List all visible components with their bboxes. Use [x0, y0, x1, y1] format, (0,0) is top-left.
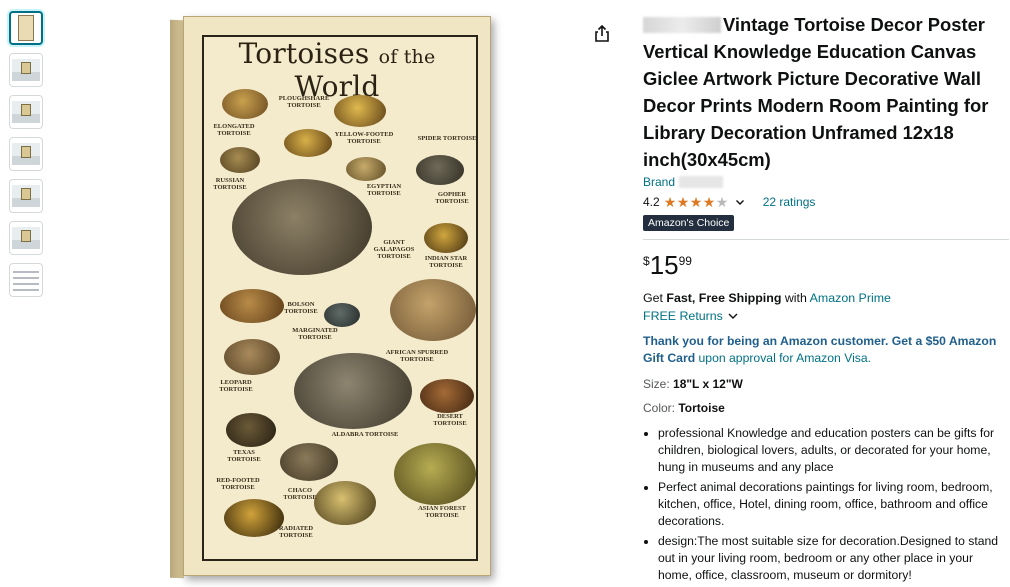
price: $ 15 99: [643, 250, 1009, 280]
thumbnail-2[interactable]: [9, 53, 43, 87]
size-label: Size:: [643, 377, 674, 391]
tortoise-illustration: [232, 179, 372, 275]
shipping-mid: with: [781, 291, 810, 305]
amazons-choice-badge: Amazon's Choice: [643, 215, 735, 231]
poster-label: Giant Galapagos Tortoise: [373, 239, 415, 260]
thumbnail-image: [12, 59, 40, 81]
tortoise-illustration: [390, 279, 476, 341]
thumbnail-image: [12, 143, 40, 165]
free-returns-link[interactable]: FREE Returns: [643, 309, 1009, 323]
thumbnail-1[interactable]: [9, 11, 43, 45]
tortoise-illustration: [226, 413, 276, 447]
promo-rest: upon approval for Amazon Visa.: [695, 351, 872, 365]
star-icon: ★: [702, 194, 716, 210]
feature-bullet: design:The most suitable size for decora…: [658, 533, 1009, 584]
star-icon: ★: [663, 194, 677, 210]
star-icon: ★: [715, 194, 729, 210]
color-value: Tortoise: [678, 401, 725, 415]
rating-row: 4.2 ★ ★ ★ ★ ★ 22 ratings: [643, 193, 1009, 211]
poster-label: Marginated Tortoise: [292, 327, 338, 341]
thumbnail-list: [9, 11, 47, 305]
size-value: 18"L x 12"W: [673, 377, 743, 391]
thumbnail-7[interactable]: [9, 263, 43, 297]
star-icon: ★: [676, 194, 690, 210]
poster-label: Yellow-Footed Tortoise: [334, 131, 394, 145]
canvas-edge: [170, 19, 184, 579]
poster-label: Leopard Tortoise: [219, 379, 253, 393]
thumbnail-3[interactable]: [9, 95, 43, 129]
star-icon: ★: [689, 194, 703, 210]
poster-label: Asian Forest Tortoise: [418, 505, 466, 519]
poster-canvas: Tortoises of the World Ploughshare Torto…: [183, 16, 491, 576]
poster-label: Chaco Tortoise: [283, 487, 317, 501]
poster-label: African Spurred Tortoise: [385, 349, 449, 363]
thumbnail-image: [12, 185, 40, 207]
chevron-down-icon[interactable]: [735, 197, 745, 207]
price-whole: 15: [649, 250, 679, 280]
tortoise-illustration: [420, 379, 474, 413]
tortoise-illustration: [334, 95, 386, 127]
feature-bullets: professional Knowledge and education pos…: [643, 425, 1009, 584]
thumbnail-6[interactable]: [9, 221, 43, 255]
tortoise-illustration: [220, 289, 284, 323]
poster-label: Russian Tortoise: [213, 177, 247, 191]
color-attribute: Color: Tortoise: [643, 401, 1009, 415]
product-title: Vintage Tortoise Decor Poster Vertical K…: [643, 14, 989, 170]
price-fraction: 99: [678, 254, 692, 268]
thumbnail-image: [12, 227, 40, 249]
redacted-brand-name: [679, 176, 724, 188]
price-symbol: $: [643, 254, 650, 268]
thumbnail-5[interactable]: [9, 179, 43, 213]
feature-bullet: professional Knowledge and education pos…: [658, 425, 1009, 476]
tortoise-illustration: [280, 443, 338, 481]
product-info: Vintage Tortoise Decor Poster Vertical K…: [643, 11, 1009, 587]
shipping-prefix: Get: [643, 291, 667, 305]
poster-label: Desert Tortoise: [433, 413, 467, 427]
tortoise-illustration: [224, 339, 280, 375]
tortoise-illustration: [220, 147, 260, 173]
star-rating[interactable]: ★ ★ ★ ★ ★: [664, 195, 729, 209]
tortoise-illustration: [394, 443, 476, 505]
poster-label: Egyptian Tortoise: [366, 183, 402, 197]
poster-label: Radiated Tortoise: [278, 525, 314, 539]
poster-label: Ploughshare Tortoise: [278, 95, 330, 109]
poster-label: Indian Star Tortoise: [424, 255, 468, 269]
tortoise-illustration: [416, 155, 464, 185]
share-icon[interactable]: [592, 24, 612, 44]
chevron-down-icon: [728, 313, 738, 319]
tortoise-illustration: [346, 157, 386, 181]
tortoise-illustration: [314, 481, 376, 525]
tortoise-illustration: [222, 89, 268, 119]
divider: [643, 239, 1009, 240]
shipping-info: Get Fast, Free Shipping with Amazon Prim…: [643, 290, 1009, 306]
tortoise-illustration: [284, 129, 332, 157]
poster-label: Elongated Tortoise: [213, 123, 255, 137]
thumbnail-image: [18, 15, 34, 41]
poster-label: Spider Tortoise: [417, 135, 477, 142]
poster-label: Gopher Tortoise: [435, 191, 469, 205]
thumbnail-image: [12, 101, 40, 123]
size-attribute: Size: 18"L x 12"W: [643, 377, 1009, 391]
redacted-brand: [643, 17, 721, 33]
brand-link[interactable]: Brand: [643, 175, 1009, 189]
thumbnail-image: [13, 267, 39, 293]
poster-label: Texas Tortoise: [227, 449, 261, 463]
shipping-bold: Fast, Free Shipping: [666, 291, 782, 305]
rating-value: 4.2: [643, 195, 660, 209]
tortoise-illustration: [424, 223, 468, 253]
poster-label: Bolson Tortoise: [284, 301, 318, 315]
ratings-count-link[interactable]: 22 ratings: [763, 195, 816, 209]
tortoise-illustration: [324, 303, 360, 327]
poster-label: Red-Footed Tortoise: [216, 477, 260, 491]
tortoise-illustration: [294, 353, 412, 429]
poster-label: Aldabra Tortoise: [331, 431, 399, 438]
thumbnail-4[interactable]: [9, 137, 43, 171]
main-product-image[interactable]: Tortoises of the World Ploughshare Torto…: [170, 12, 492, 582]
feature-bullet: Perfect animal decorations paintings for…: [658, 479, 1009, 530]
promo-message[interactable]: Thank you for being an Amazon customer. …: [643, 333, 1009, 367]
returns-label: FREE Returns: [643, 309, 723, 323]
amazon-prime-link[interactable]: Amazon Prime: [810, 291, 891, 305]
color-label: Color:: [643, 401, 679, 415]
